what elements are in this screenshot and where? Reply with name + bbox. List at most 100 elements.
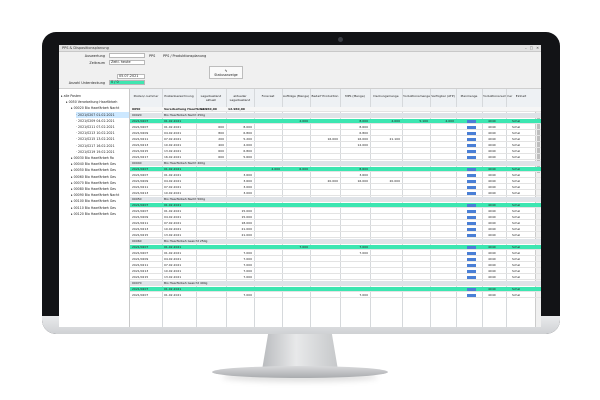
planmenge-bar[interactable] bbox=[467, 257, 476, 261]
table-row[interactable]: 2021/0211 07.02.2021 200 5.200 16.000 16.000 2… bbox=[130, 137, 541, 142]
planmenge-bar[interactable] bbox=[467, 131, 476, 135]
table-row[interactable]: 2021/0211 07.02.2021 3.000 4040 Schal bbox=[130, 185, 541, 190]
table-row[interactable]: 2021/0217 16.02.2021 600 5.600 4040 Schal bbox=[130, 155, 541, 160]
planmenge-bar[interactable] bbox=[467, 221, 476, 225]
tree-node[interactable]: ▸ 00070 Bio Haarfärbeh Ges bbox=[71, 180, 129, 186]
tree-node[interactable]: ▸ 00120 Bio Haarfärbeh Ges bbox=[71, 211, 129, 217]
tree-node[interactable]: ▸ 00050 Bio Haarfärbeh Ges bbox=[71, 167, 129, 173]
column-header[interactable]: Bedarf Produktion bbox=[310, 94, 340, 98]
column-header[interactable]: Aufträge (Menge) bbox=[282, 94, 310, 98]
table-row[interactable]: 2021/0213 10.02.2021 21.000 4040 Schal bbox=[130, 227, 541, 232]
column-header[interactable]: Deckungsmenge bbox=[370, 94, 402, 98]
planmenge-bar[interactable] bbox=[467, 143, 476, 147]
status-button[interactable]: ✎ Statusanzeige bbox=[209, 66, 243, 79]
table-row[interactable]: 2021/0207 01.02.2021 3.600 3.600 4040 Schal bbox=[130, 173, 541, 178]
tree-node[interactable]: · 2021/0211 07.02.2021 bbox=[76, 124, 129, 130]
tree-node[interactable]: ▸ alle Posten bbox=[61, 93, 129, 99]
planmenge-bar[interactable] bbox=[467, 263, 476, 267]
tree-node[interactable]: ▸ 00060 Bio Haarfärbeh Ges bbox=[71, 174, 129, 180]
table-row[interactable]: 00050 Bio Haarfärbeh Nacht 500g bbox=[130, 197, 541, 202]
planmenge-bar[interactable] bbox=[467, 227, 476, 231]
table-row[interactable]: 2021/0207 01.02.2021 7.000 7.000 4040 Schal bbox=[130, 251, 541, 256]
planmenge-bar[interactable] bbox=[467, 269, 476, 273]
table-row[interactable]: 00040 Bio Haarfärbeh Nacht 400g bbox=[130, 161, 541, 166]
tree-node[interactable]: ▸ 00080 Bio Haarfärbeh Ges bbox=[71, 186, 129, 192]
planmenge-bar[interactable] bbox=[467, 287, 476, 291]
column-header[interactable]: Planmenge bbox=[456, 94, 482, 98]
tree-node[interactable]: ▸ 00030 Bio Haarfärbeh Ro bbox=[71, 155, 129, 161]
table-row[interactable]: 2021/0207 01.02.2021 600 8.000 8.600 4040 Scha… bbox=[130, 125, 541, 130]
planmenge-bar[interactable] bbox=[467, 245, 476, 249]
table-row[interactable]: 2021/0215 13.02.2021 7.000 4040 Schal bbox=[130, 275, 541, 280]
planmenge-bar[interactable] bbox=[467, 209, 476, 213]
table-row[interactable]: 2021/0215 13.02.2021 21.000 4040 Schal bbox=[130, 233, 541, 238]
table-row[interactable]: 2021/0211 07.02.2021 18.000 4040 Schal bbox=[130, 221, 541, 226]
planmenge-bar[interactable] bbox=[467, 275, 476, 279]
planmenge-bar[interactable] bbox=[467, 125, 476, 129]
column-header[interactable]: Forecast bbox=[254, 94, 282, 98]
planmenge-bar[interactable] bbox=[467, 155, 476, 159]
table-row[interactable]: 2021/0213 10.02.2021 400 4.000 12.000 4040 Sch… bbox=[130, 143, 541, 148]
date-field[interactable]: 05.07.2021 bbox=[117, 74, 145, 79]
planmenge-bar[interactable] bbox=[467, 191, 476, 195]
column-header[interactable]: Lagerbestand aktuell bbox=[196, 94, 226, 102]
table-row[interactable]: 2021/0207 01.02.2021 7.000 7.000 4040 Schal bbox=[130, 245, 541, 250]
planmenge-bar[interactable] bbox=[467, 149, 476, 153]
column-header[interactable]: Verfügbar (ATP) bbox=[430, 94, 456, 98]
minimize-icon[interactable]: – bbox=[525, 46, 527, 50]
tree-node[interactable]: ▸ 00040 Bio Haarfärbeh Ges bbox=[71, 161, 129, 167]
planmenge-bar[interactable] bbox=[467, 293, 476, 297]
table-row[interactable]: 2021/0209 04.02.2021 800 6.800 6.800 4040 Scha… bbox=[130, 131, 541, 136]
planmenge-bar[interactable] bbox=[467, 233, 476, 237]
table-row[interactable]: 2021/0207 01.02.2021 4040 Schal bbox=[130, 287, 541, 292]
tree-node[interactable]: · 2021/0215 13.02.2021 bbox=[76, 136, 129, 142]
table-row[interactable]: 2021/0209 04.02.2021 15.000 4040 Schal bbox=[130, 215, 541, 220]
table-row[interactable]: 2021/0213 10.02.2021 7.000 4040 Schal bbox=[130, 269, 541, 274]
planmenge-bar[interactable] bbox=[467, 215, 476, 219]
table-row[interactable]: 2021/0207 01.02.2021 4040 Schal bbox=[130, 203, 541, 208]
column-header[interactable]: Produktionsnummer bbox=[482, 94, 512, 98]
tree-node[interactable]: ▸ 0050 Verarbeitung Haarfärbeh bbox=[66, 99, 129, 105]
table-row[interactable]: 2021/0209 04.02.2021 7.000 4040 Schal bbox=[130, 257, 541, 262]
column-header[interactable]: Produktionsmenge bbox=[402, 94, 430, 98]
column-header[interactable]: Posten/-nummer bbox=[130, 94, 162, 98]
table-row[interactable]: 2021/0215 13.02.2021 600 6.800 4040 Schal bbox=[130, 149, 541, 154]
column-header[interactable]: Einheit bbox=[506, 94, 536, 98]
planmenge-bar[interactable] bbox=[467, 119, 476, 123]
planmenge-bar[interactable] bbox=[467, 185, 476, 189]
tree-node[interactable]: · 2021/0213 10.02.2021 bbox=[76, 130, 129, 136]
tree-node[interactable]: ▸ 00110 Bio Haarfärbeh Ges bbox=[71, 205, 129, 211]
tree-node[interactable]: ▸ 00100 Bio Haarfärbeh Ges bbox=[71, 198, 129, 204]
table-row[interactable]: 2021/0211 07.02.2021 7.000 4040 Schal bbox=[130, 263, 541, 268]
tree-node[interactable]: ▸ 00020 Bio Haarfärbeh Nacht bbox=[71, 105, 129, 111]
planmenge-bar[interactable] bbox=[467, 203, 476, 207]
planmenge-bar[interactable] bbox=[467, 251, 476, 255]
table-row[interactable]: 2021/0207 01.02.2021 15.000 4040 Schal bbox=[130, 209, 541, 214]
table-row[interactable]: 00070 Bio Haarfärbeh Gesicht 400g bbox=[130, 281, 541, 286]
table-cell: 2021/0213 bbox=[132, 269, 149, 273]
column-header[interactable]: aktueller Lagerbestand bbox=[226, 94, 254, 102]
zeitraum-select[interactable]: Zeitl. heute bbox=[109, 60, 145, 65]
auswertung-select[interactable] bbox=[109, 53, 145, 58]
table-row[interactable]: 2021/0207 01.02.2021 4.000 6.000 8.600 4040 Sc… bbox=[130, 167, 541, 172]
tree-node[interactable]: · 2021/0207 01.02.2021 bbox=[76, 111, 129, 118]
tab-pps[interactable]: PPS / Produktionsplanung bbox=[163, 54, 206, 58]
column-header[interactable]: Postenbezeichnung bbox=[162, 94, 196, 98]
tree-node[interactable]: ▸ 00090 Bio Haarfärbeh Nacht bbox=[71, 192, 129, 198]
planmenge-bar[interactable] bbox=[467, 179, 476, 183]
maximize-icon[interactable]: □ bbox=[530, 46, 533, 50]
tree-node[interactable]: · 2021/0219 19.02.2021 bbox=[76, 149, 129, 155]
table-row[interactable]: 2021/0207 01.02.2021 7.000 7.000 4040 Schal bbox=[130, 293, 541, 298]
tree-node[interactable]: · 2021/0209 04.02.2021 bbox=[76, 118, 129, 124]
planmenge-bar[interactable] bbox=[467, 137, 476, 141]
planmenge-bar[interactable] bbox=[467, 167, 476, 171]
table-row[interactable]: 2021/0207 01.02.2021 2.000 8.000 4.000 5.100 4… bbox=[130, 119, 541, 124]
close-icon[interactable]: ✕ bbox=[536, 46, 539, 50]
planmenge-bar[interactable] bbox=[467, 173, 476, 177]
tree-node[interactable]: · 2021/0217 16.02.2021 bbox=[76, 143, 129, 149]
table-row[interactable]: 00060 Bio Haarfärbeh Gesicht 250g bbox=[130, 239, 541, 244]
table-row[interactable]: 2021/0213 10.02.2021 3.000 4040 Schal bbox=[130, 191, 541, 196]
column-header[interactable]: MPS (Menge) bbox=[340, 94, 370, 98]
table-row[interactable]: 00020 Bio Haarfärbeh Nacht 250g bbox=[130, 113, 541, 118]
table-row[interactable]: 2021/0209 04.02.2021 3.600 20.000 16.000 20.0… bbox=[130, 179, 541, 184]
